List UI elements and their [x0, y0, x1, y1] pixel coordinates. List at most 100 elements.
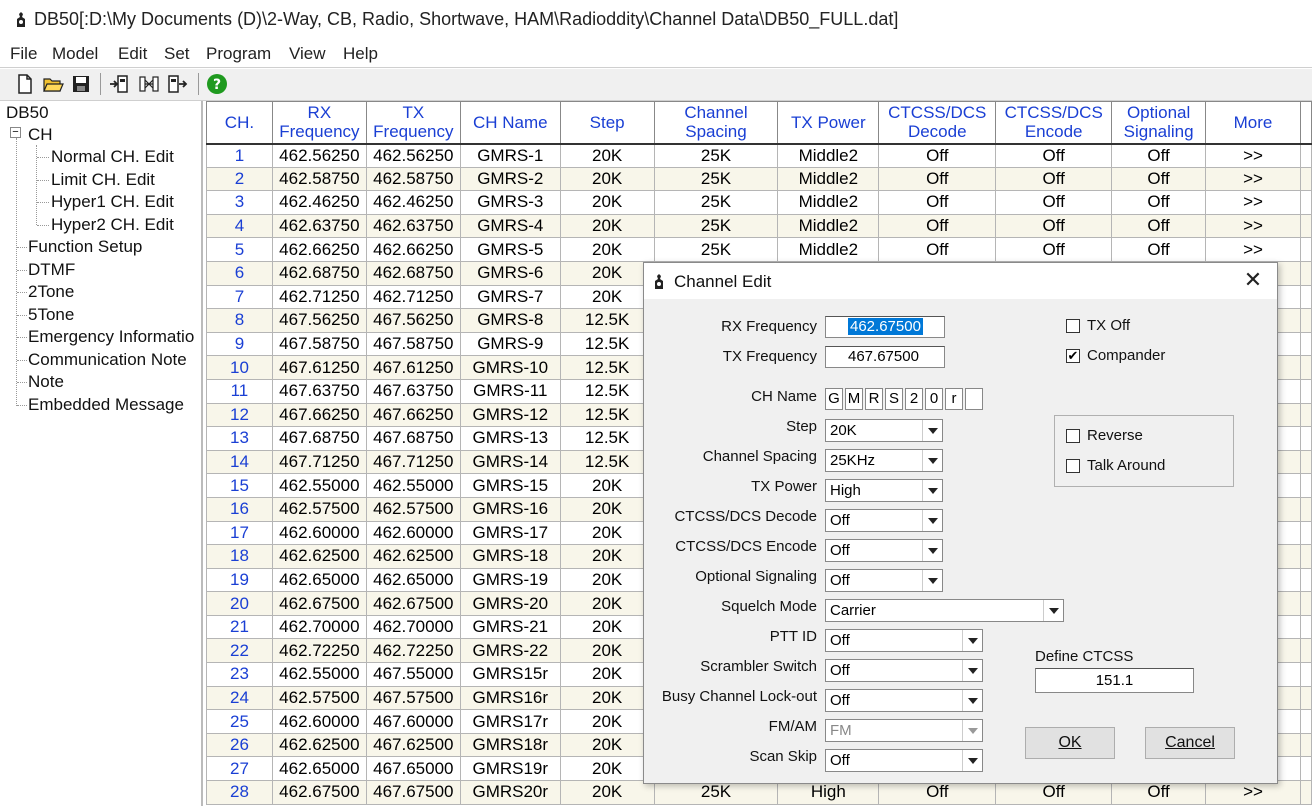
cell-ch[interactable]: 4 — [206, 213, 273, 239]
cell-rx-frequency[interactable]: 462.62500 — [271, 544, 367, 569]
cell-channel-spacing[interactable]: 25K — [653, 143, 779, 168]
cell-ch[interactable]: 17 — [206, 520, 273, 546]
help-icon[interactable]: ? — [206, 73, 228, 95]
chevron-down-icon[interactable] — [922, 420, 942, 441]
chevron-down-icon[interactable] — [922, 570, 942, 591]
cell-ch-name[interactable]: GMRS-3 — [459, 190, 561, 215]
tree-expander-icon[interactable]: − — [10, 127, 21, 138]
close-icon[interactable]: ✕ — [1240, 269, 1266, 293]
tree-item-dtmf[interactable]: DTMF — [28, 260, 75, 280]
cell-rx-frequency[interactable]: 462.66250 — [271, 237, 367, 262]
cell-tx-power[interactable]: High — [777, 780, 880, 805]
cell-rx-frequency[interactable]: 462.55000 — [271, 473, 367, 498]
cell-more[interactable]: >> — [1205, 213, 1301, 239]
cell-step[interactable]: 20K — [559, 544, 655, 569]
chevron-down-icon[interactable] — [922, 480, 942, 501]
chevron-down-icon[interactable] — [962, 750, 982, 771]
cell-ch-name[interactable]: GMRS-12 — [459, 402, 561, 428]
cell-ch[interactable]: 16 — [206, 496, 273, 522]
cell-ch[interactable]: 19 — [206, 567, 273, 593]
talk-around-checkbox[interactable] — [1066, 459, 1080, 473]
table-row[interactable]: 28 462.67500 467.67500 GMRS20r 20K 25K High Off… — [206, 780, 1312, 805]
cell-ch-name[interactable]: GMRS20r — [459, 780, 561, 805]
tree-item-communication-note[interactable]: Communication Note — [28, 350, 187, 370]
scrambler-switch-select[interactable]: Off — [825, 659, 983, 682]
ch-name-char-7[interactable]: r — [945, 388, 963, 410]
cell-ch[interactable]: 21 — [206, 614, 273, 640]
cell-ch-name[interactable]: GMRS-6 — [459, 260, 561, 286]
cell-ch-name[interactable]: GMRS15r — [459, 662, 561, 687]
cell-channel-spacing[interactable]: 25K — [653, 237, 779, 262]
header-ctcss-decode[interactable]: CTCSS/DCS Decode — [878, 101, 997, 145]
cell-ctcss-decode[interactable]: Off — [878, 213, 997, 239]
tree-item-limit-ch-edit[interactable]: Limit CH. Edit — [51, 170, 155, 190]
cell-rx-frequency[interactable]: 467.71250 — [271, 449, 367, 475]
cell-step[interactable]: 20K — [559, 166, 655, 192]
header-ch-name[interactable]: CH Name — [459, 101, 561, 145]
tree-item-function-setup[interactable]: Function Setup — [28, 237, 142, 257]
cell-ch[interactable]: 11 — [206, 378, 273, 404]
ok-button[interactable]: OK — [1025, 727, 1115, 759]
define-ctcss-input[interactable]: 151.1 — [1035, 668, 1194, 693]
cell-step[interactable]: 20K — [559, 756, 655, 782]
cell-ch-name[interactable]: GMRS-19 — [459, 567, 561, 593]
ctcss-decode-select[interactable]: Off — [825, 509, 943, 532]
cell-tx-frequency[interactable]: 467.67500 — [365, 780, 461, 805]
cell-tx-frequency[interactable]: 467.56250 — [365, 308, 461, 333]
optional-signaling-select[interactable]: Off — [825, 569, 943, 592]
tree-root-db50[interactable]: DB50 — [6, 103, 49, 123]
write-radio-icon[interactable] — [166, 73, 188, 95]
header-more[interactable]: More — [1205, 101, 1301, 145]
cell-rx-frequency[interactable]: 467.63750 — [271, 378, 367, 404]
cell-ctcss-decode[interactable]: Off — [878, 166, 997, 192]
cell-ch-name[interactable]: GMRS-22 — [459, 638, 561, 664]
ch-name-char-1[interactable]: G — [825, 388, 843, 410]
cell-step[interactable]: 12.5K — [559, 426, 655, 451]
cell-step[interactable]: 20K — [559, 260, 655, 286]
cell-more[interactable]: >> — [1205, 237, 1301, 262]
cell-rx-frequency[interactable]: 462.60000 — [271, 520, 367, 546]
cell-ch-name[interactable]: GMRS17r — [459, 709, 561, 734]
cell-optional-signaling[interactable]: Off — [1111, 166, 1207, 192]
table-row[interactable]: 3 462.46250 462.46250 GMRS-3 20K 25K Middle2 Of… — [206, 190, 1312, 215]
cell-tx-frequency[interactable]: 462.60000 — [365, 520, 461, 546]
tree-item-hyper1-ch-edit[interactable]: Hyper1 CH. Edit — [51, 192, 174, 212]
header-optional-signaling[interactable]: Optional Signaling — [1111, 101, 1207, 145]
cell-tx-frequency[interactable]: 462.46250 — [365, 190, 461, 215]
ptt-id-select[interactable]: Off — [825, 629, 983, 652]
cell-rx-frequency[interactable]: 467.58750 — [271, 331, 367, 357]
cell-tx-frequency[interactable]: 462.67500 — [365, 591, 461, 616]
cell-tx-frequency[interactable]: 467.62500 — [365, 732, 461, 758]
header-ctcss-encode[interactable]: CTCSS/DCS Encode — [995, 101, 1113, 145]
cell-ctcss-encode[interactable]: Off — [995, 143, 1113, 168]
cell-ch[interactable]: 24 — [206, 685, 273, 711]
cell-ch-name[interactable]: GMRS-2 — [459, 166, 561, 192]
cell-ch[interactable]: 28 — [206, 780, 273, 805]
cell-ch[interactable]: 6 — [206, 260, 273, 286]
cell-ch[interactable]: 3 — [206, 190, 273, 215]
cell-rx-frequency[interactable]: 462.65000 — [271, 756, 367, 782]
header-step[interactable]: Step — [559, 101, 655, 145]
cancel-button[interactable]: Cancel — [1145, 727, 1235, 759]
cell-ch-name[interactable]: GMRS-11 — [459, 378, 561, 404]
cell-step[interactable]: 20K — [559, 143, 655, 168]
ch-name-char-6[interactable]: 0 — [925, 388, 943, 410]
cell-tx-frequency[interactable]: 467.71250 — [365, 449, 461, 475]
cell-more[interactable]: >> — [1205, 166, 1301, 192]
cell-ch[interactable]: 7 — [206, 284, 273, 310]
cell-rx-frequency[interactable]: 462.65000 — [271, 567, 367, 593]
cell-tx-frequency[interactable]: 467.58750 — [365, 331, 461, 357]
cell-ch-name[interactable]: GMRS-5 — [459, 237, 561, 262]
cell-step[interactable]: 12.5K — [559, 449, 655, 475]
cell-rx-frequency[interactable]: 462.56250 — [271, 143, 367, 168]
cell-rx-frequency[interactable]: 462.57500 — [271, 496, 367, 522]
channel-map-icon[interactable] — [138, 73, 160, 95]
ch-name-char-4[interactable]: S — [885, 388, 903, 410]
channel-spacing-select[interactable]: 25KHz — [825, 449, 943, 472]
tx-off-checkbox[interactable] — [1066, 319, 1080, 333]
ch-name-char-5[interactable]: 2 — [905, 388, 923, 410]
menu-help[interactable]: Help — [343, 44, 378, 64]
cell-ch[interactable]: 13 — [206, 426, 273, 451]
table-row[interactable]: 2 462.58750 462.58750 GMRS-2 20K 25K Middle2 Of… — [206, 166, 1312, 192]
cell-optional-signaling[interactable]: Off — [1111, 143, 1207, 168]
